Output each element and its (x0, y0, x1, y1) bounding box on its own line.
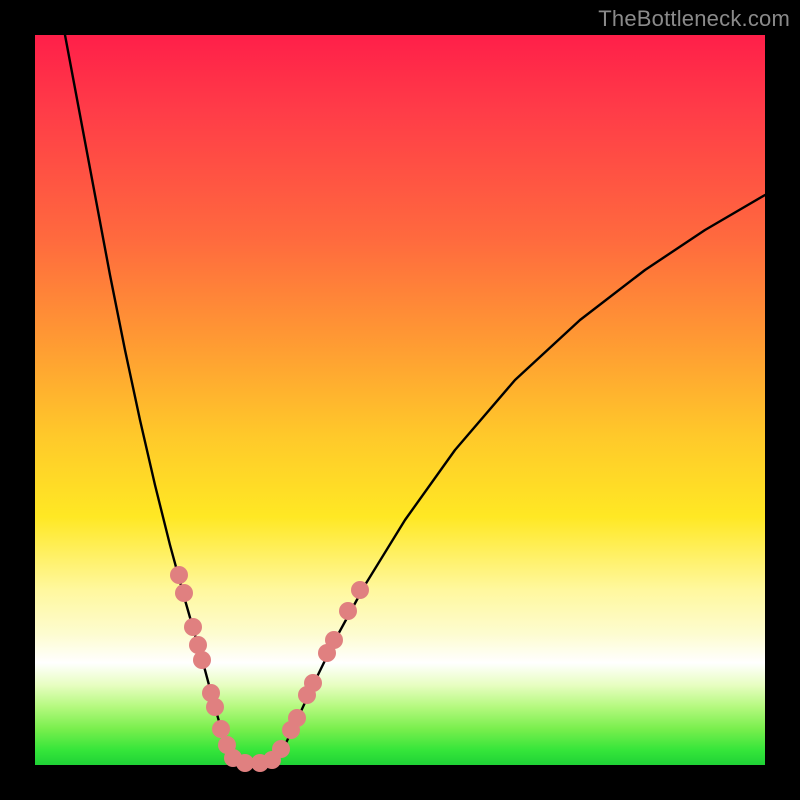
data-marker (175, 584, 193, 602)
curve-markers (170, 566, 369, 772)
data-marker (170, 566, 188, 584)
data-marker (325, 631, 343, 649)
data-marker (193, 651, 211, 669)
curve-segment (65, 35, 233, 760)
data-marker (272, 740, 290, 758)
data-marker (351, 581, 369, 599)
data-marker (212, 720, 230, 738)
plot-area (35, 35, 765, 765)
watermark-text: TheBottleneck.com (598, 6, 790, 32)
curve-segment (275, 195, 765, 760)
chart-frame: TheBottleneck.com (0, 0, 800, 800)
data-marker (288, 709, 306, 727)
curve-svg (35, 35, 765, 765)
data-marker (304, 674, 322, 692)
data-marker (184, 618, 202, 636)
data-marker (339, 602, 357, 620)
curve-lines (65, 35, 765, 765)
data-marker (206, 698, 224, 716)
